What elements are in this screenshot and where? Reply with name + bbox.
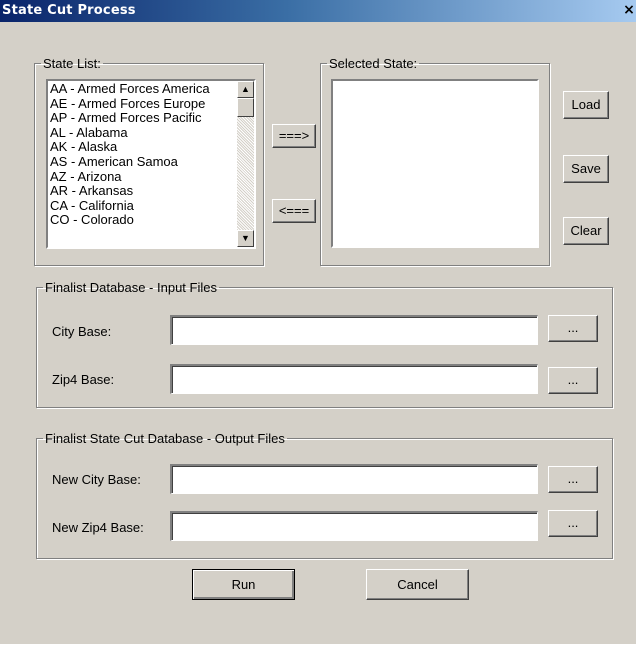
state-list-item[interactable]: CO - Colorado bbox=[50, 213, 230, 228]
state-list-item[interactable]: AP - Armed Forces Pacific bbox=[50, 111, 230, 126]
new-zip4-base-input[interactable] bbox=[170, 511, 538, 541]
state-list-item[interactable]: AL - Alabama bbox=[50, 126, 230, 141]
state-list-items: AA - Armed Forces America AE - Armed Forc… bbox=[50, 82, 230, 228]
title-bar[interactable]: State Cut Process × bbox=[0, 0, 636, 22]
close-icon[interactable]: × bbox=[622, 2, 636, 19]
city-base-browse-button[interactable]: ... bbox=[548, 315, 598, 342]
new-city-base-label: New City Base: bbox=[52, 472, 141, 487]
state-listbox[interactable]: AA - Armed Forces America AE - Armed Forc… bbox=[46, 79, 256, 249]
zip4-base-label: Zip4 Base: bbox=[52, 372, 115, 387]
add-state-button[interactable]: ===> bbox=[272, 124, 316, 148]
state-list-item[interactable]: CA - California bbox=[50, 199, 230, 214]
state-list-item[interactable]: AA - Armed Forces America bbox=[50, 82, 230, 97]
state-cut-process-window: State Cut Process × State List: AA - Arm… bbox=[0, 0, 636, 652]
scroll-up-icon[interactable]: ▲ bbox=[237, 81, 254, 98]
cancel-button[interactable]: Cancel bbox=[366, 569, 469, 600]
new-city-base-input[interactable] bbox=[170, 464, 538, 494]
selected-state-listbox[interactable] bbox=[331, 79, 539, 248]
output-files-legend: Finalist State Cut Database - Output Fil… bbox=[45, 431, 285, 446]
zip4-base-browse-button[interactable]: ... bbox=[548, 367, 598, 394]
scroll-thumb[interactable] bbox=[237, 98, 254, 117]
state-list-item[interactable]: AZ - Arizona bbox=[50, 170, 230, 185]
remove-state-button[interactable]: <=== bbox=[272, 199, 316, 223]
state-list-item[interactable]: AR - Arkansas bbox=[50, 184, 230, 199]
window-title: State Cut Process bbox=[2, 3, 136, 18]
input-files-legend: Finalist Database - Input Files bbox=[45, 280, 217, 295]
run-button[interactable]: Run bbox=[192, 569, 295, 600]
clear-button[interactable]: Clear bbox=[563, 217, 609, 245]
state-list-legend: State List: bbox=[43, 56, 101, 71]
state-list-item[interactable]: AE - Armed Forces Europe bbox=[50, 97, 230, 112]
zip4-base-input[interactable] bbox=[170, 364, 538, 394]
load-button[interactable]: Load bbox=[563, 91, 609, 119]
scroll-down-icon[interactable]: ▼ bbox=[237, 230, 254, 247]
selected-state-legend: Selected State: bbox=[329, 56, 418, 71]
state-list-item[interactable]: AK - Alaska bbox=[50, 140, 230, 155]
new-city-base-browse-button[interactable]: ... bbox=[548, 466, 598, 493]
city-base-input[interactable] bbox=[170, 315, 538, 345]
new-zip4-base-browse-button[interactable]: ... bbox=[548, 510, 598, 537]
bottom-edge bbox=[0, 644, 636, 652]
state-list-scrollbar[interactable]: ▲ ▼ bbox=[237, 81, 254, 247]
save-button[interactable]: Save bbox=[563, 155, 609, 183]
city-base-label: City Base: bbox=[52, 324, 112, 339]
new-zip4-base-label: New Zip4 Base: bbox=[52, 520, 144, 535]
state-list-item[interactable]: AS - American Samoa bbox=[50, 155, 230, 170]
